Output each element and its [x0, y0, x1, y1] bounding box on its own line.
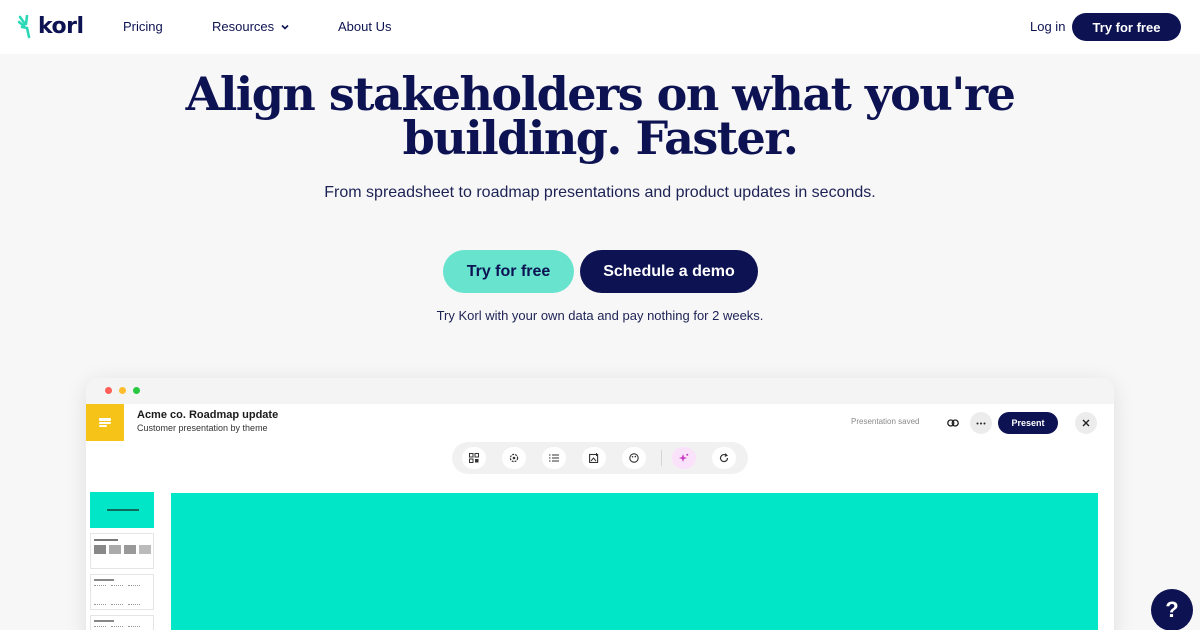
refresh-icon[interactable] — [712, 447, 736, 469]
trial-note: Try Korl with your own data and pay noth… — [436, 308, 764, 323]
grid-icon[interactable] — [462, 447, 486, 469]
editor-toolbar — [452, 442, 748, 474]
palette-icon[interactable] — [622, 447, 646, 469]
slide-thumbnail[interactable] — [90, 615, 154, 630]
presentation-subtitle: Customer presentation by theme — [137, 423, 268, 433]
presentation-title: Acme co. Roadmap update — [137, 409, 279, 421]
slide-thumbnail-list — [90, 492, 154, 630]
present-button[interactable]: Present — [998, 412, 1058, 434]
logo-wordmark: korl — [38, 14, 84, 39]
nav-try-free-button[interactable]: Try for free — [1072, 13, 1181, 41]
nav-link-about[interactable]: About Us — [338, 19, 391, 34]
hero-title-line2: building. Faster. — [402, 111, 799, 165]
slide-thumbnail[interactable] — [90, 533, 154, 569]
try-for-free-button[interactable]: Try for free — [443, 250, 574, 293]
slide-thumbnail[interactable] — [90, 492, 154, 528]
slides-icon — [99, 417, 111, 427]
hero-title: Align stakeholders on what you're buildi… — [0, 71, 1200, 161]
save-status: Presentation saved — [851, 417, 920, 426]
top-nav: korl Pricing Resources About Us Log in T… — [0, 0, 1200, 54]
schedule-demo-button[interactable]: Schedule a demo — [580, 250, 758, 293]
image-icon[interactable] — [582, 447, 606, 469]
app-preview-window: Acme co. Roadmap update Customer present… — [86, 378, 1114, 630]
help-button[interactable]: ? — [1151, 589, 1193, 630]
window-titlebar — [86, 378, 1114, 404]
login-link[interactable]: Log in — [1030, 19, 1065, 34]
chevron-down-icon — [281, 24, 289, 30]
minimize-dot-icon — [119, 387, 126, 394]
close-dot-icon — [105, 387, 112, 394]
sparkle-icon[interactable] — [672, 447, 696, 469]
link-icon[interactable] — [942, 412, 964, 434]
presentation-thumbnail — [86, 404, 124, 441]
slide-thumbnail[interactable] — [90, 574, 154, 610]
maximize-dot-icon — [133, 387, 140, 394]
more-options-icon[interactable] — [970, 412, 992, 434]
settings-icon[interactable] — [502, 447, 526, 469]
korl-logo[interactable]: korl — [18, 14, 84, 39]
nav-link-resources[interactable]: Resources — [212, 19, 290, 34]
slide-canvas[interactable] — [171, 493, 1098, 630]
nav-link-resources-label: Resources — [212, 19, 275, 34]
korl-logo-icon — [18, 14, 31, 38]
toolbar-divider — [661, 450, 662, 466]
hero-subtitle: From spreadsheet to roadmap presentation… — [324, 184, 876, 201]
nav-link-pricing[interactable]: Pricing — [123, 19, 163, 34]
app-header: Acme co. Roadmap update Customer present… — [86, 404, 1114, 444]
list-icon[interactable] — [542, 447, 566, 469]
close-icon[interactable] — [1075, 412, 1097, 434]
